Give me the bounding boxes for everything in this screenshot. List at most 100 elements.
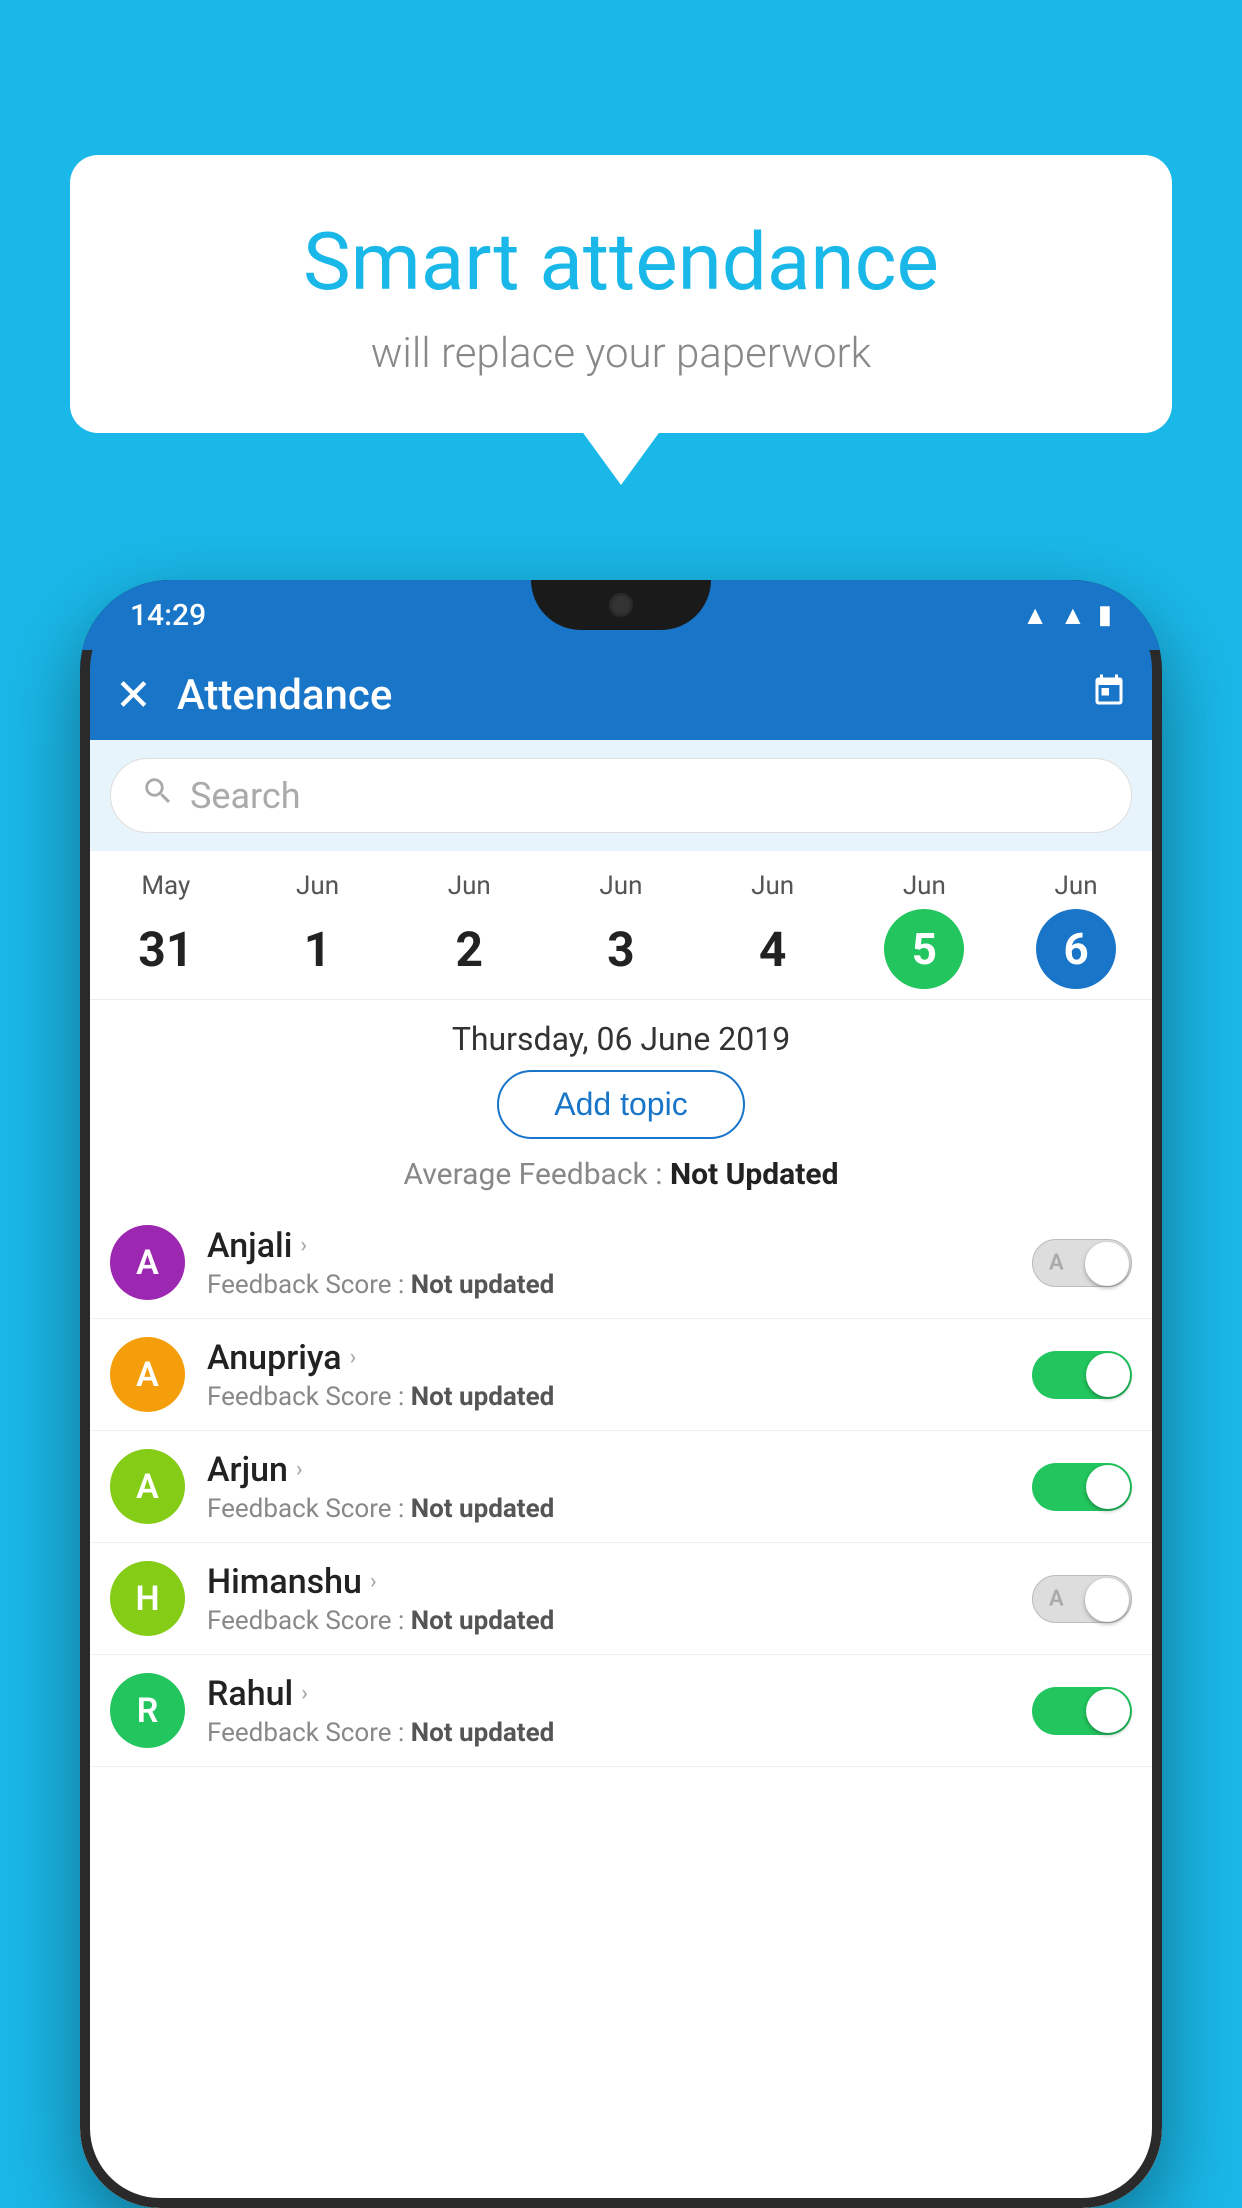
feedback-value: Not updated <box>411 1606 555 1636</box>
cal-month-label: Jun <box>448 871 491 901</box>
calendar-day[interactable]: Jun 6 <box>1036 871 1116 989</box>
toggle-knob <box>1086 1465 1130 1509</box>
status-bar: 14:29 ▲ ▲ ▮ <box>80 580 1162 650</box>
student-name: Arjun› <box>207 1450 1010 1490</box>
student-row[interactable]: A Anupriya › Feedback Score : Not updated P <box>80 1319 1162 1431</box>
add-topic-button[interactable]: Add topic <box>497 1070 744 1139</box>
cal-month-label: Jun <box>903 871 946 901</box>
cal-month-label: May <box>141 871 190 901</box>
search-bar-container: Search <box>80 740 1162 851</box>
close-button[interactable]: ✕ <box>115 669 152 721</box>
cal-day-number[interactable]: 4 <box>733 909 813 989</box>
notch <box>531 580 711 630</box>
cal-month-label: Jun <box>296 871 339 901</box>
toggle-knob <box>1085 1578 1129 1622</box>
avatar: A <box>110 1449 185 1524</box>
avg-feedback-label: Average Feedback : <box>404 1157 663 1192</box>
feedback-score: Feedback Score : Not updated <box>207 1718 1010 1748</box>
cal-month-label: Jun <box>1055 871 1098 901</box>
app-bar: ✕ Attendance <box>80 650 1162 740</box>
feedback-score: Feedback Score : Not updated <box>207 1494 1010 1524</box>
student-name: Anupriya › <box>207 1338 1010 1378</box>
status-icons: ▲ ▲ ▮ <box>1022 600 1112 631</box>
bubble-subtitle: will replace your paperwork <box>130 329 1112 378</box>
attendance-toggle[interactable]: P <box>1032 1687 1132 1735</box>
calendar-day[interactable]: Jun 5 <box>884 871 964 989</box>
chevron-icon: › <box>296 1457 303 1482</box>
student-name: Anjali › <box>207 1226 1010 1266</box>
avg-feedback: Average Feedback : Not Updated <box>80 1157 1162 1192</box>
phone-screen: Search May 31 Jun 1 Jun 2 Jun 3 Jun 4 Jun 5 Jun 6 Thu… <box>80 740 1162 2208</box>
student-info: Anupriya › Feedback Score : Not updated <box>207 1338 1010 1412</box>
feedback-value: Not updated <box>411 1270 555 1300</box>
cal-month-label: Jun <box>599 871 642 901</box>
feedback-score: Feedback Score : Not updated <box>207 1606 1010 1636</box>
date-header: Thursday, 06 June 2019 <box>80 1000 1162 1070</box>
calendar-day[interactable]: Jun 3 <box>581 871 661 989</box>
feedback-label: Feedback Score : <box>207 1606 404 1636</box>
calendar-row: May 31 Jun 1 Jun 2 Jun 3 Jun 4 Jun 5 Jun 6 <box>80 851 1162 1000</box>
calendar-day[interactable]: Jun 2 <box>429 871 509 989</box>
wifi-icon: ▲ <box>1022 600 1048 631</box>
status-time: 14:29 <box>130 598 206 633</box>
feedback-label: Feedback Score : <box>207 1382 404 1412</box>
student-name-text: Anjali <box>207 1226 292 1266</box>
battery-icon: ▮ <box>1098 600 1112 630</box>
feedback-label: Feedback Score : <box>207 1718 404 1748</box>
avg-feedback-value: Not Updated <box>670 1157 839 1192</box>
chevron-icon: › <box>350 1345 357 1370</box>
feedback-value: Not updated <box>411 1494 555 1524</box>
chevron-icon: › <box>300 1233 307 1258</box>
student-name: Himanshu› <box>207 1562 1010 1602</box>
bubble-title: Smart attendance <box>130 215 1112 309</box>
calendar-day[interactable]: May 31 <box>126 871 206 989</box>
cal-day-number[interactable]: 1 <box>278 909 358 989</box>
avatar: H <box>110 1561 185 1636</box>
cal-month-label: Jun <box>751 871 794 901</box>
calendar-day[interactable]: Jun 4 <box>733 871 813 989</box>
camera <box>609 593 633 617</box>
attendance-toggle[interactable]: P <box>1032 1463 1132 1511</box>
student-info: Anjali › Feedback Score : Not updated <box>207 1226 1010 1300</box>
attendance-toggle[interactable]: A <box>1032 1575 1132 1623</box>
avatar: A <box>110 1337 185 1412</box>
feedback-label: Feedback Score : <box>207 1494 404 1524</box>
search-input[interactable]: Search <box>190 775 301 817</box>
phone-container: 14:29 ▲ ▲ ▮ ✕ Attendance <box>80 580 1162 2208</box>
toggle-label: A <box>1049 1586 1064 1611</box>
cal-day-number[interactable]: 6 <box>1036 909 1116 989</box>
student-name-text: Rahul <box>207 1674 293 1714</box>
student-info: Rahul›Feedback Score : Not updated <box>207 1674 1010 1748</box>
cal-day-number[interactable]: 5 <box>884 909 964 989</box>
phone-frame: 14:29 ▲ ▲ ▮ ✕ Attendance <box>80 580 1162 2208</box>
student-info: Arjun› Feedback Score : Not updated <box>207 1450 1010 1524</box>
toggle-knob <box>1085 1242 1129 1286</box>
toggle-knob <box>1086 1353 1130 1397</box>
speech-bubble: Smart attendance will replace your paper… <box>70 155 1172 433</box>
student-name-text: Himanshu <box>207 1562 362 1602</box>
student-name-text: Anupriya <box>207 1338 342 1378</box>
student-row[interactable]: RRahul›Feedback Score : Not updatedP <box>80 1655 1162 1767</box>
signal-icon: ▲ <box>1060 600 1086 631</box>
attendance-toggle[interactable]: P <box>1032 1351 1132 1399</box>
student-row[interactable]: H Himanshu› Feedback Score : Not updated A <box>80 1543 1162 1655</box>
search-bar[interactable]: Search <box>110 758 1132 833</box>
calendar-day[interactable]: Jun 1 <box>278 871 358 989</box>
calendar-icon[interactable] <box>1091 673 1127 718</box>
cal-day-number[interactable]: 3 <box>581 909 661 989</box>
feedback-score: Feedback Score : Not updated <box>207 1382 1010 1412</box>
student-list: AAnjali›Feedback Score : Not updatedAAAn… <box>80 1207 1162 1767</box>
cal-day-number[interactable]: 31 <box>126 909 206 989</box>
student-info: Himanshu› Feedback Score : Not updated <box>207 1562 1010 1636</box>
feedback-value: Not updated <box>411 1718 555 1748</box>
avatar: A <box>110 1225 185 1300</box>
student-row[interactable]: A Arjun› Feedback Score : Not updated P <box>80 1431 1162 1543</box>
toggle-label: A <box>1049 1250 1064 1275</box>
app-title: Attendance <box>177 671 1066 720</box>
feedback-score: Feedback Score : Not updated <box>207 1270 1010 1300</box>
feedback-label: Feedback Score : <box>207 1270 404 1300</box>
student-row[interactable]: A Anjali › Feedback Score : Not updated A <box>80 1207 1162 1319</box>
attendance-toggle[interactable]: A <box>1032 1239 1132 1287</box>
search-icon <box>141 774 175 817</box>
cal-day-number[interactable]: 2 <box>429 909 509 989</box>
